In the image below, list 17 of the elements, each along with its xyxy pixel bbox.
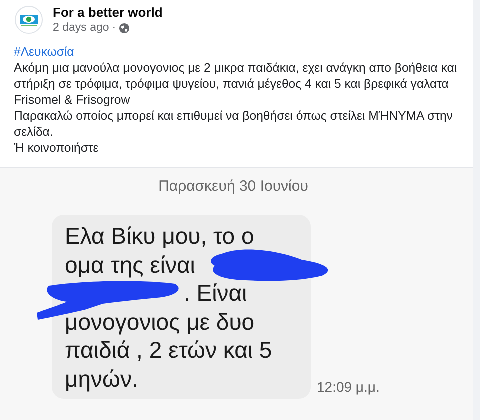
message-line: . Είναι bbox=[183, 279, 248, 308]
author-name[interactable]: For a better world bbox=[53, 5, 163, 20]
message-line: παιδιά , 2 ετών και 5 bbox=[65, 336, 272, 364]
globe-icon bbox=[119, 22, 130, 34]
message-time: 12:09 μ.μ. bbox=[317, 379, 380, 395]
post-time[interactable]: 2 days ago bbox=[53, 22, 110, 34]
date-label: Παρασκευή 30 Ιουνίου bbox=[158, 178, 308, 195]
post-text: Παρακαλώ οποίος μπορεί και επιθυμεί να βοηθήσει όπως στείλει ΜΉΝΥΜΑ στην σελίδα. bbox=[14, 108, 454, 140]
post-text: Ή κοινοποιήστε bbox=[14, 140, 100, 156]
message-line: Ελα Βίκυ μου, το ο bbox=[65, 222, 254, 250]
post-text: Ακόμη μια μανούλα μονογονιος με 2 μικρα παιδάκια, εχει ανάγκη απο βοήθεια και στήριξη σε τρόφιμα, τρόφιμα ψυγείου, πανιά μέγεθος 4 και 5 και βρεφικά γαλατα Frisomel & Frisogrow bbox=[14, 60, 458, 108]
hashtag-link[interactable]: #Λευκωσία bbox=[14, 44, 74, 60]
message-line: μηνών. bbox=[65, 364, 138, 393]
message-line: ομα της είναι bbox=[65, 250, 196, 279]
message-line: μονογονιος με δυο bbox=[65, 308, 255, 336]
eye-logo-icon bbox=[15, 6, 43, 34]
separator-dot: · bbox=[112, 22, 116, 34]
